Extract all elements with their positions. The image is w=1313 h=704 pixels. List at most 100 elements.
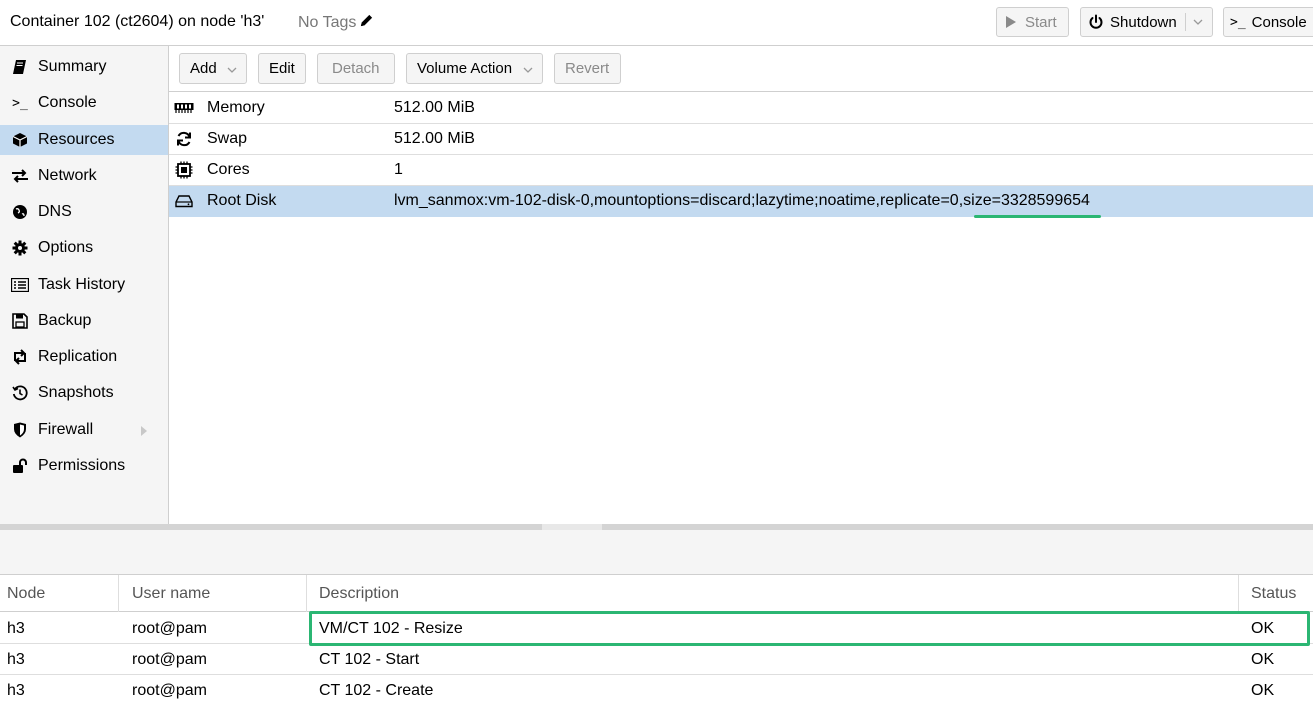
resource-row-cores[interactable]: Cores 1 xyxy=(169,155,1313,186)
resource-row-memory[interactable]: Memory 512.00 MiB xyxy=(169,93,1313,124)
table-row[interactable]: h3 root@pam CT 102 - Start OK xyxy=(0,644,1313,675)
detach-label: Detach xyxy=(332,60,380,77)
sidebar-item-options[interactable]: Options xyxy=(0,233,168,263)
table-row[interactable]: h3 root@pam CT 102 - Create OK xyxy=(0,675,1313,704)
sidebar-item-label: Summary xyxy=(38,58,107,75)
tags-area[interactable]: No Tags xyxy=(298,13,374,33)
resource-row-swap[interactable]: Swap 512.00 MiB xyxy=(169,124,1313,155)
resize-task-highlight xyxy=(309,611,1310,646)
column-header-description[interactable]: Description xyxy=(307,575,1239,612)
cell-user: root@pam xyxy=(132,619,207,637)
shutdown-button[interactable]: Shutdown xyxy=(1080,7,1213,37)
book-icon xyxy=(10,59,30,75)
volume-action-button[interactable]: Volume Action xyxy=(406,53,543,84)
start-label: Start xyxy=(1025,13,1057,31)
console-button[interactable]: >_ Console xyxy=(1223,7,1313,37)
chevron-down-icon xyxy=(522,63,534,80)
add-button[interactable]: Add xyxy=(179,53,247,84)
retweet-icon xyxy=(10,349,30,365)
sidebar-item-console[interactable]: >_ Console xyxy=(0,88,168,118)
cell-description: CT 102 - Create xyxy=(319,681,434,699)
chevron-down-icon xyxy=(226,63,238,80)
log-panel-header xyxy=(0,530,1313,575)
floppy-icon xyxy=(10,313,30,329)
resource-key: Swap xyxy=(207,130,248,147)
cube-icon xyxy=(10,132,30,148)
terminal-icon: >_ xyxy=(1230,14,1246,30)
play-icon xyxy=(1005,15,1017,29)
resource-key: Memory xyxy=(207,99,265,116)
revert-label: Revert xyxy=(565,60,610,77)
column-header-node[interactable]: Node xyxy=(0,575,119,612)
resource-value: 512.00 MiB xyxy=(394,99,475,116)
sidebar-item-network[interactable]: Network xyxy=(0,161,168,191)
resource-key: Root Disk xyxy=(207,192,277,209)
start-button[interactable]: Start xyxy=(996,7,1069,37)
sidebar-item-label: Options xyxy=(38,239,94,256)
cell-user: root@pam xyxy=(132,681,207,699)
resource-key: Cores xyxy=(207,161,250,178)
size-highlight-underline xyxy=(974,215,1101,218)
sidebar-item-firewall[interactable]: Firewall xyxy=(0,415,168,445)
sidebar: Summary >_ Console Resources Network DNS… xyxy=(0,46,169,524)
sidebar-item-resources[interactable]: Resources xyxy=(0,125,168,155)
detach-button[interactable]: Detach xyxy=(317,53,395,84)
shutdown-label: Shutdown xyxy=(1110,13,1177,31)
sidebar-item-label: Network xyxy=(38,167,97,184)
sidebar-item-label: Backup xyxy=(38,312,92,329)
cell-status: OK xyxy=(1251,681,1275,699)
split-divider xyxy=(1185,13,1186,31)
sidebar-item-dns[interactable]: DNS xyxy=(0,197,168,227)
cell-status: OK xyxy=(1251,650,1275,668)
sidebar-item-label: Resources xyxy=(38,131,115,148)
sidebar-item-backup[interactable]: Backup xyxy=(0,306,168,336)
sidebar-item-label: Firewall xyxy=(38,421,94,438)
header-bar: Container 102 (ct2604) on node 'h3' No T… xyxy=(0,0,1313,46)
chevron-down-icon[interactable] xyxy=(1192,15,1204,32)
add-label: Add xyxy=(190,60,217,77)
hdd-icon xyxy=(174,194,194,208)
sidebar-item-label: DNS xyxy=(38,203,72,220)
exchange-icon xyxy=(10,168,30,184)
gear-icon xyxy=(10,240,30,256)
shield-icon xyxy=(10,422,30,438)
resources-toolbar: Add Edit Detach Volume Action Revert xyxy=(169,46,1313,92)
sidebar-item-summary[interactable]: Summary xyxy=(0,52,168,82)
unlock-icon xyxy=(10,458,30,474)
history-icon xyxy=(10,385,30,401)
cell-node: h3 xyxy=(7,681,25,699)
cell-node: h3 xyxy=(7,619,25,637)
sidebar-item-label: Permissions xyxy=(38,457,126,474)
cpu-icon xyxy=(174,161,194,179)
console-label: Console xyxy=(1251,13,1307,31)
sidebar-item-replication[interactable]: Replication xyxy=(0,342,168,372)
resource-value: 1 xyxy=(394,161,403,178)
sidebar-item-label: Console xyxy=(38,94,97,111)
sidebar-item-label: Task History xyxy=(38,276,126,293)
page-title: Container 102 (ct2604) on node 'h3' xyxy=(10,13,265,30)
list-icon xyxy=(10,278,30,292)
resource-value: lvm_sanmox:vm-102-disk-0,mountoptions=di… xyxy=(394,192,1090,209)
revert-button[interactable]: Revert xyxy=(554,53,621,84)
pencil-icon[interactable] xyxy=(358,13,374,33)
globe-icon xyxy=(10,204,30,220)
terminal-icon: >_ xyxy=(12,95,28,111)
column-header-status[interactable]: Status xyxy=(1239,575,1313,612)
cell-node: h3 xyxy=(7,650,25,668)
column-header-user[interactable]: User name xyxy=(119,575,307,612)
power-icon xyxy=(1088,14,1104,30)
resource-value: 512.00 MiB xyxy=(394,130,475,147)
sidebar-item-task-history[interactable]: Task History xyxy=(0,270,168,300)
chevron-right-icon[interactable] xyxy=(140,424,148,442)
sidebar-item-permissions[interactable]: Permissions xyxy=(0,451,168,481)
tags-label: No Tags xyxy=(298,14,357,31)
resource-row-root-disk[interactable]: Root Disk lvm_sanmox:vm-102-disk-0,mount… xyxy=(169,186,1313,217)
cell-user: root@pam xyxy=(132,650,207,668)
sidebar-item-label: Snapshots xyxy=(38,384,114,401)
task-table-header: Node User name Description Status xyxy=(0,575,1313,612)
sidebar-item-snapshots[interactable]: Snapshots xyxy=(0,378,168,408)
edit-button[interactable]: Edit xyxy=(258,53,306,84)
cell-description: CT 102 - Start xyxy=(319,650,420,668)
refresh-icon xyxy=(174,131,194,147)
volume-action-label: Volume Action xyxy=(417,60,513,77)
